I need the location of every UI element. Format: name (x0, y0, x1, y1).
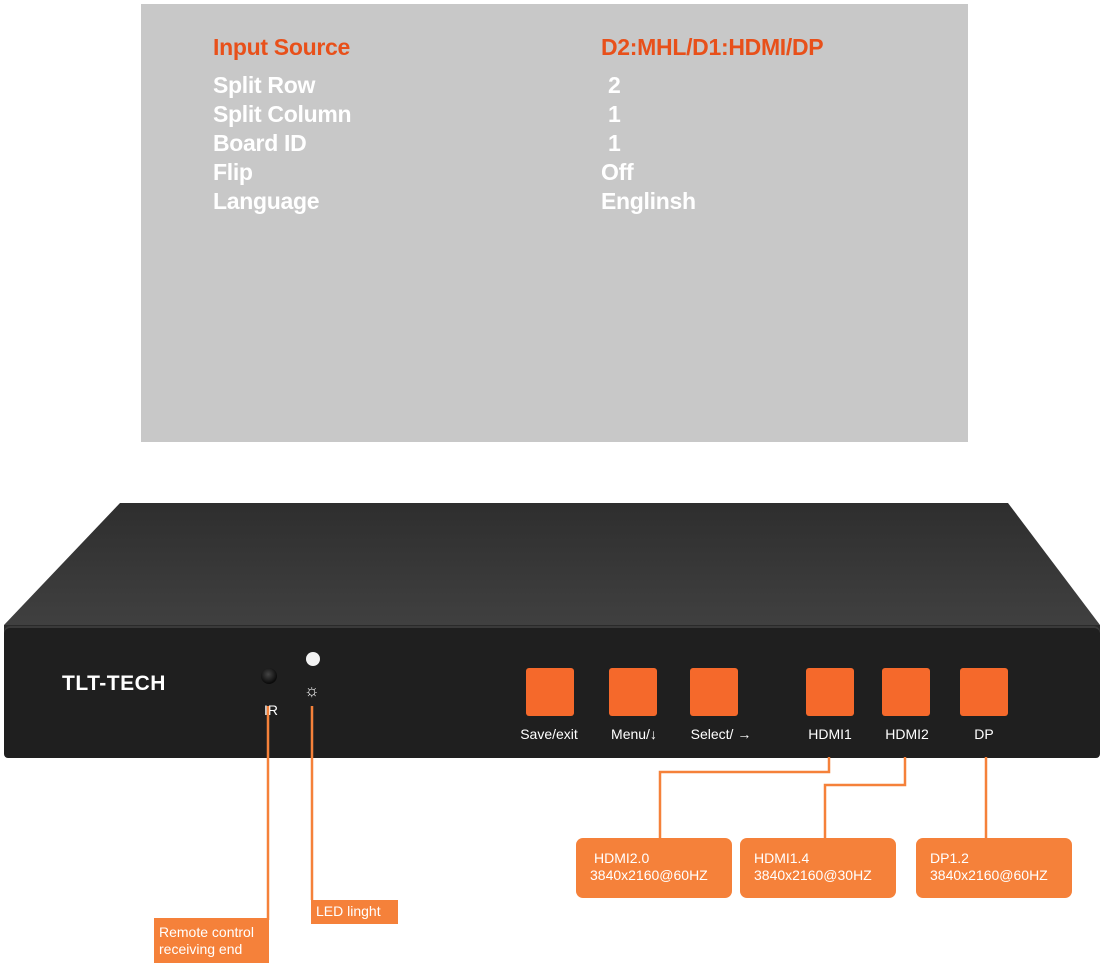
ir-sensor-icon (261, 668, 277, 684)
led-indicator (306, 652, 320, 666)
osd-value: Off (601, 159, 634, 185)
video-wall-controller-device: TLT-TECH IR ☼ Save/exit Menu/↓ Select/ →… (0, 500, 1108, 765)
ir-callout-box: Remote control receiving end (154, 918, 269, 963)
hdmi1-label: HDMI1 (808, 726, 852, 742)
hdmi1-callout-line (658, 757, 831, 840)
save-exit-button[interactable] (526, 668, 574, 716)
osd-value: Englinsh (601, 188, 696, 214)
osd-label: Split Row (213, 72, 316, 98)
hdmi2-spec-resolution: 3840x2160@30HZ (754, 867, 872, 883)
led-callout-box: LED linght (311, 900, 398, 924)
osd-label: Language (213, 188, 320, 214)
osd-label: Input Source (213, 34, 350, 60)
select-right-button[interactable] (690, 668, 738, 716)
hdmi2-spec-callout: HDMI1.4 3840x2160@30HZ (740, 838, 896, 898)
ir-callout-line-2: receiving end (159, 941, 243, 957)
hdmi1-spec-callout: HDMI2.0 3840x2160@60HZ (576, 838, 732, 898)
hdmi2-callout-line (823, 757, 907, 840)
dp-spec-version: DP1.2 (930, 850, 969, 866)
led-callout-text: LED linght (316, 903, 381, 919)
dp-label: DP (974, 726, 994, 742)
osd-value: 1 (608, 130, 621, 156)
device-front-panel: TLT-TECH IR ☼ Save/exit Menu/↓ Select/ →… (4, 626, 1100, 758)
osd-menu-screen: Input Source D2:MHL/D1:HDMI/DP Split Row… (141, 4, 968, 442)
menu-down-button[interactable] (609, 668, 657, 716)
brand-logo: TLT-TECH (62, 672, 166, 695)
osd-label: Flip (213, 159, 253, 185)
menu-down-label: Menu/↓ (611, 726, 657, 742)
dp-spec-callout: DP1.2 3840x2160@60HZ (916, 838, 1072, 898)
ir-callout-line-1: Remote control (159, 924, 254, 940)
osd-label: Split Column (213, 101, 352, 127)
hdmi1-button[interactable] (806, 668, 854, 716)
hdmi1-spec-resolution: 3840x2160@60HZ (590, 867, 708, 883)
hdmi2-spec-version: HDMI1.4 (754, 850, 810, 866)
save-exit-label: Save/exit (520, 726, 578, 742)
hdmi2-button[interactable] (882, 668, 930, 716)
dp-spec-resolution: 3840x2160@60HZ (930, 867, 1048, 883)
hdmi1-spec-version: HDMI2.0 (594, 850, 650, 866)
dp-button[interactable] (960, 668, 1008, 716)
osd-value: 1 (608, 101, 621, 127)
select-right-label: Select/ → (690, 726, 752, 742)
sun-icon: ☼ (304, 681, 320, 700)
osd-label: Board ID (213, 130, 307, 156)
ir-label: IR (264, 702, 278, 718)
osd-value: 2 (608, 72, 621, 98)
device-top-face (4, 503, 1100, 631)
hdmi2-label: HDMI2 (885, 726, 929, 742)
osd-value: D2:MHL/D1:HDMI/DP (601, 34, 824, 60)
